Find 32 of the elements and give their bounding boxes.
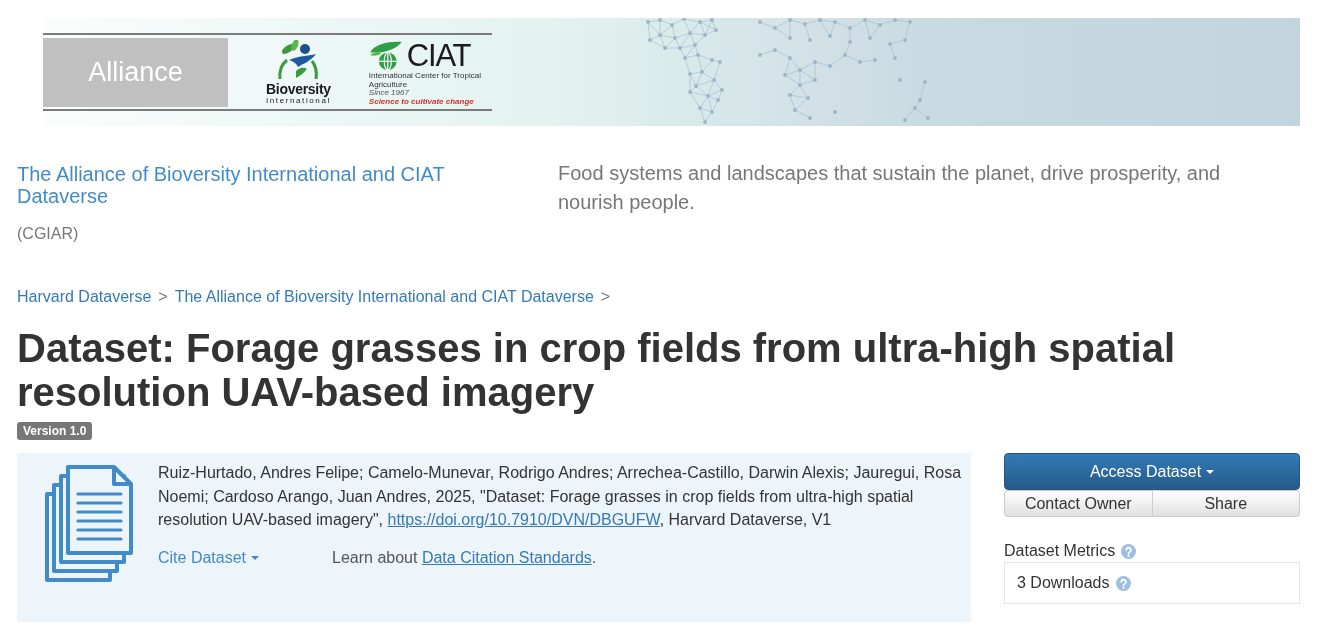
share-button[interactable]: Share	[1152, 490, 1300, 517]
caret-icon	[251, 555, 260, 560]
dataset-title: Dataset: Forage grasses in crop fields from ultra-high spatial resolution UAV-based imagery	[17, 326, 1177, 414]
access-dataset-button[interactable]: Access Dataset	[1004, 453, 1300, 490]
leaf-globe-icon	[368, 41, 403, 71]
logo-name: CIAT	[406, 41, 471, 71]
breadcrumb-link[interactable]: Harvard Dataverse	[17, 286, 152, 308]
doi-link[interactable]: https://doi.org/10.7910/DVN/DBGUFW	[387, 511, 660, 528]
alliance-logo: Alliance	[43, 37, 228, 107]
logo-subtitle: International Center for Tropical Agriculture	[368, 72, 482, 89]
contact-owner-button[interactable]: Contact Owner	[1004, 490, 1153, 517]
document-stack-icon	[45, 465, 135, 583]
version-label: Version 1.0	[17, 422, 93, 440]
citation-text: Ruiz-Hurtado, Andres Felipe; Camelo-Munevar, Rodrigo Andres; Arrechea-Castillo, Darwin Alexis; Jauregui, Rosa Noemi; Cardoso Arango, Juan Andres, 2025, "Dataset: Forage grasses in crop fields from ultra-high spatial resolution UAV-based imagery", https://doi.org/10.7910/DVN/DBGUFW, Harvard Dataverse, V1	[158, 463, 963, 530]
citation-standards-text: Learn about Data Citation Standards.	[332, 547, 597, 568]
caret-icon	[1206, 469, 1215, 474]
founding-year-text: Since 1967	[368, 89, 409, 98]
logo-name: Bioversity	[266, 82, 331, 96]
help-icon[interactable]	[1115, 575, 1131, 591]
affiliation-text: (CGIAR)	[17, 224, 80, 244]
dataverse-name-link[interactable]: The Alliance of Bioversity International and CIAT Dataverse	[17, 163, 487, 207]
breadcrumb-separator: >	[600, 287, 611, 307]
metrics-heading: Dataset Metrics	[1004, 541, 1116, 561]
standards-link[interactable]: Data Citation Standards	[421, 548, 592, 566]
downloads-count: 3 Downloads	[1017, 573, 1110, 593]
motto-text: Science to cultivate change	[368, 97, 474, 106]
cite-dataset-dropdown[interactable]: Cite Dataset	[158, 546, 260, 569]
logo-subtitle: International	[266, 96, 331, 105]
tagline-text: Food systems and landscapes that sustain the planet, drive prosperity, and nourish people.	[558, 161, 1222, 215]
breadcrumb-separator: >	[158, 287, 168, 307]
breadcrumb-link[interactable]: The Alliance of Bioversity International and CIAT Dataverse	[174, 286, 594, 308]
help-icon[interactable]	[1121, 543, 1137, 559]
